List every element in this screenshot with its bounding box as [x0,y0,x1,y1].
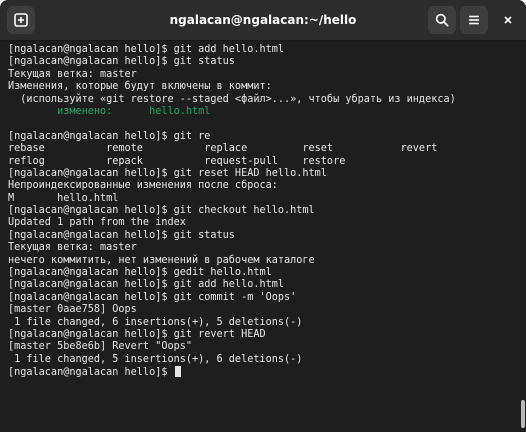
title-bar: ngalacan@ngalacan:~/hello [0,0,526,41]
search-button[interactable] [428,6,456,34]
terminal-line: (используйте «git restore --staged <файл… [8,93,456,105]
search-icon [435,13,449,27]
terminal-line: [ngalacan@ngalacan hello]$ git checkout … [8,205,315,217]
scrollbar-thumb[interactable] [521,400,525,428]
terminal-line: Изменения, которые будут включены в комм… [8,81,272,93]
terminal-line: 1 file changed, 6 insertions(+), 5 delet… [8,316,303,328]
terminal-line: нечего коммитить, нет изменений в рабоче… [8,254,315,266]
terminal-line: [ngalacan@ngalacan hello]$ git add hello… [8,44,285,55]
scrollbar[interactable] [520,41,526,432]
close-button[interactable] [494,6,522,34]
terminal-line: Текущая ветка: master [8,68,137,80]
terminal-line: [ngalacan@ngalacan hello]$ git re [8,130,211,142]
terminal-prompt-line[interactable]: [ngalacan@ngalacan hello]$ [8,366,520,378]
terminal-line: [ngalacan@ngalacan hello]$ git status [8,56,235,68]
prompt-text: [ngalacan@ngalacan hello]$ [8,367,174,379]
terminal-line: [master 0aae758] Oops [8,304,137,316]
terminal-line: rebase remote replace reset revert [8,143,438,155]
menu-button[interactable] [460,6,488,34]
terminal-line: [ngalacan@ngalacan hello]$ git commit -m… [8,291,297,303]
terminal-line: [ngalacan@ngalacan hello]$ git status [8,229,235,241]
hamburger-menu-icon [469,15,479,25]
text-cursor [174,366,181,378]
terminal-line-staged-file: изменено: hello.html [8,105,211,117]
terminal-line: reflog repack request-pull restore [8,155,346,167]
terminal-line: [ngalacan@ngalacan hello]$ git revert HE… [8,328,266,340]
new-tab-plus-icon [14,13,28,27]
terminal-line: [ngalacan@ngalacan hello]$ git reset HEA… [8,167,327,179]
terminal-line: [ngalacan@ngalacan hello]$ git add hello… [8,279,285,291]
terminal-line: Текущая ветка: master [8,242,137,254]
terminal-output[interactable]: [ngalacan@ngalacan hello]$ git add hello… [0,41,520,432]
terminal-line: 1 file changed, 5 insertions(+), 6 delet… [8,353,303,365]
terminal-line: [master 5be8e6b] Revert "Oops" [8,341,193,353]
terminal-line: Непроиндексированные изменения после сбр… [8,180,278,192]
window-title: ngalacan@ngalacan:~/hello [169,13,357,27]
terminal-line: M hello.html [8,192,119,204]
close-icon [504,16,512,24]
terminal-window: ngalacan@ngalacan:~/hello [ngalacan@ngal… [0,0,526,432]
terminal-line: Updated 1 path from the index [8,217,186,229]
new-tab-button[interactable] [7,6,35,34]
terminal-line: [ngalacan@ngalacan hello]$ gedit hello.h… [8,267,272,279]
